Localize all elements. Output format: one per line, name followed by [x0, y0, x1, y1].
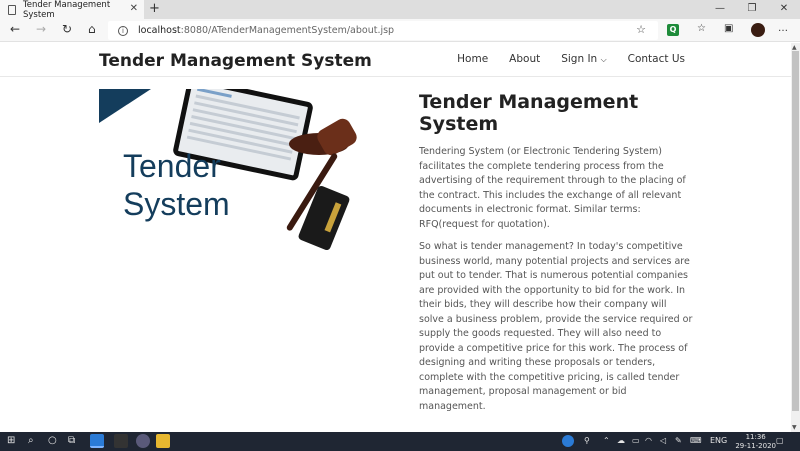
people-icon[interactable]: ⚲ — [584, 436, 590, 445]
site-navbar: Tender Management System Home About Sign… — [0, 43, 791, 77]
hero-caption-line2: System — [123, 186, 230, 222]
avatar[interactable] — [751, 23, 765, 37]
terminal-app-icon[interactable] — [114, 434, 128, 448]
task-view-icon[interactable]: ⧉ — [68, 435, 75, 446]
clock-date: 29-11-2020 — [735, 441, 776, 450]
nav-contact[interactable]: Contact Us — [628, 53, 685, 65]
close-icon[interactable]: ✕ — [130, 3, 138, 14]
restore-icon[interactable]: ❐ — [736, 0, 768, 19]
corner-shape — [99, 89, 151, 123]
chevron-down-icon: ⌵ — [600, 55, 607, 64]
pen-icon[interactable]: ✎ — [675, 436, 682, 445]
search-icon[interactable]: ⌕ — [28, 435, 34, 446]
system-clock[interactable]: 11:36 29-11-2020 — [735, 433, 776, 450]
about-content: Tender Management System Tendering Syste… — [419, 91, 694, 422]
refresh-icon[interactable]: ↻ — [62, 22, 72, 36]
collections-icon[interactable]: ▣ — [724, 23, 733, 34]
address-bar: ← → ↻ ⌂ i localhost:8080/ATenderManageme… — [0, 19, 800, 42]
hero-image: Tender System — [99, 89, 371, 259]
volume-icon[interactable]: ◁ — [660, 436, 666, 445]
notifications-icon[interactable]: ▢ — [776, 436, 784, 445]
browser-tab[interactable]: Tender Management System ✕ — [0, 0, 144, 20]
nav-sign-in[interactable]: Sign In ⌵ — [561, 53, 606, 65]
page-title: Tender Management System — [419, 91, 639, 135]
nav-about[interactable]: About — [509, 53, 540, 65]
about-paragraph-1: Tendering System (or Electronic Tenderin… — [419, 146, 686, 230]
url-path: :8080/ATenderManagementSystem/about.jsp — [180, 25, 395, 36]
nav-sign-in-label: Sign In — [561, 53, 598, 65]
wifi-icon[interactable]: ◠ — [645, 436, 652, 445]
app-icon[interactable] — [136, 434, 150, 448]
star-icon[interactable]: ☆ — [636, 23, 646, 36]
nav-home[interactable]: Home — [457, 53, 488, 65]
scroll-up-icon[interactable]: ▲ — [792, 44, 797, 51]
page-scrollbar[interactable]: ▲ ▼ — [791, 43, 800, 432]
home-icon[interactable]: ⌂ — [88, 22, 96, 36]
minimize-icon[interactable]: — — [704, 0, 736, 19]
cloud-icon[interactable]: ☁ — [617, 436, 625, 445]
tab-title: Tender Management System — [22, 0, 111, 20]
menu-icon[interactable]: … — [778, 23, 788, 34]
nav-links: Home About Sign In ⌵ Contact Us — [457, 53, 685, 65]
help-icon[interactable] — [562, 435, 574, 447]
windows-icon[interactable]: ⊞ — [7, 435, 15, 446]
window-close-icon[interactable]: ✕ — [768, 0, 800, 19]
document-icon — [8, 4, 16, 15]
cortana-icon[interactable]: ○ — [48, 435, 57, 446]
url-host: localhost — [138, 25, 181, 36]
battery-icon[interactable]: ▭ — [632, 436, 640, 445]
hero-caption-line1: Tender — [123, 148, 221, 184]
extension-icon[interactable]: Q — [667, 24, 679, 36]
plus-icon[interactable]: + — [149, 1, 160, 16]
back-icon[interactable]: ← — [10, 22, 20, 36]
web-page: Tender Management System Home About Sign… — [0, 43, 791, 432]
scroll-down-icon[interactable]: ▼ — [792, 424, 797, 431]
hero-caption: Tender System — [123, 147, 230, 223]
about-paragraph-2: So what is tender management? In today's… — [419, 241, 693, 412]
url-input[interactable]: i localhost:8080/ATenderManagementSystem… — [108, 21, 658, 40]
edge-app-icon[interactable] — [90, 434, 104, 448]
file-explorer-icon[interactable] — [156, 434, 170, 448]
windows-taskbar: ⊞ ⌕ ○ ⧉ ⚲ ⌃ ☁ ▭ ◠ ◁ ✎ ⌨ ENG 11:36 29-11-… — [0, 432, 800, 451]
forward-icon[interactable]: → — [36, 22, 46, 36]
info-icon[interactable]: i — [118, 25, 128, 36]
scrollbar-thumb[interactable] — [792, 51, 799, 411]
clock-time: 11:36 — [745, 433, 766, 441]
site-brand[interactable]: Tender Management System — [99, 51, 372, 71]
chevron-up-icon[interactable]: ⌃ — [603, 436, 610, 445]
language-indicator[interactable]: ENG — [710, 436, 727, 445]
browser-tab-strip: Tender Management System ✕ + — ❐ ✕ — [0, 0, 800, 20]
window-controls: — ❐ ✕ — [704, 0, 800, 19]
keyboard-icon[interactable]: ⌨ — [690, 436, 702, 445]
favorites-icon[interactable]: ☆ — [697, 23, 706, 34]
